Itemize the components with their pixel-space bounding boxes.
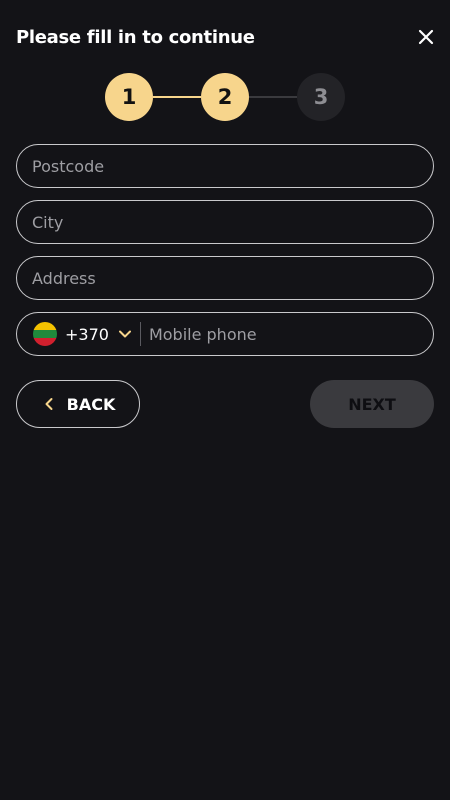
step-connector-2-3 xyxy=(249,96,297,98)
chevron-down-icon xyxy=(117,326,133,342)
address-input[interactable] xyxy=(17,268,433,288)
step-connector-1-2 xyxy=(153,96,201,98)
dial-code: +370 xyxy=(65,324,109,344)
postcode-field-container xyxy=(16,144,434,188)
city-field-container xyxy=(16,200,434,244)
mobile-phone-input[interactable] xyxy=(140,324,433,344)
city-input[interactable] xyxy=(17,212,433,232)
step-2-label: 2 xyxy=(217,85,233,109)
next-button-label: NEXT xyxy=(348,394,396,414)
phone-field-container: +370 xyxy=(16,312,434,356)
page-title: Please fill in to continue xyxy=(16,26,255,48)
step-2-indicator: 2 xyxy=(201,73,249,121)
chevron-left-icon xyxy=(41,396,57,412)
step-3-indicator: 3 xyxy=(297,73,345,121)
step-1-indicator: 1 xyxy=(105,73,153,121)
lithuania-flag-icon xyxy=(33,322,57,346)
address-field-container xyxy=(16,256,434,300)
registration-step-page: Please fill in to continue 1 2 3 Postcod… xyxy=(0,0,450,800)
progress-stepper: 1 2 3 xyxy=(105,73,345,121)
header: Please fill in to continue xyxy=(16,24,434,50)
back-button[interactable]: BACK xyxy=(16,380,140,428)
next-button[interactable]: NEXT xyxy=(310,380,434,428)
postcode-input[interactable] xyxy=(17,156,433,176)
close-button[interactable] xyxy=(414,25,438,49)
step-1-label: 1 xyxy=(121,85,137,109)
back-button-label: BACK xyxy=(66,394,116,414)
close-icon xyxy=(418,29,434,45)
step-3-label: 3 xyxy=(313,85,329,109)
country-code-selector[interactable]: +370 xyxy=(17,313,141,355)
